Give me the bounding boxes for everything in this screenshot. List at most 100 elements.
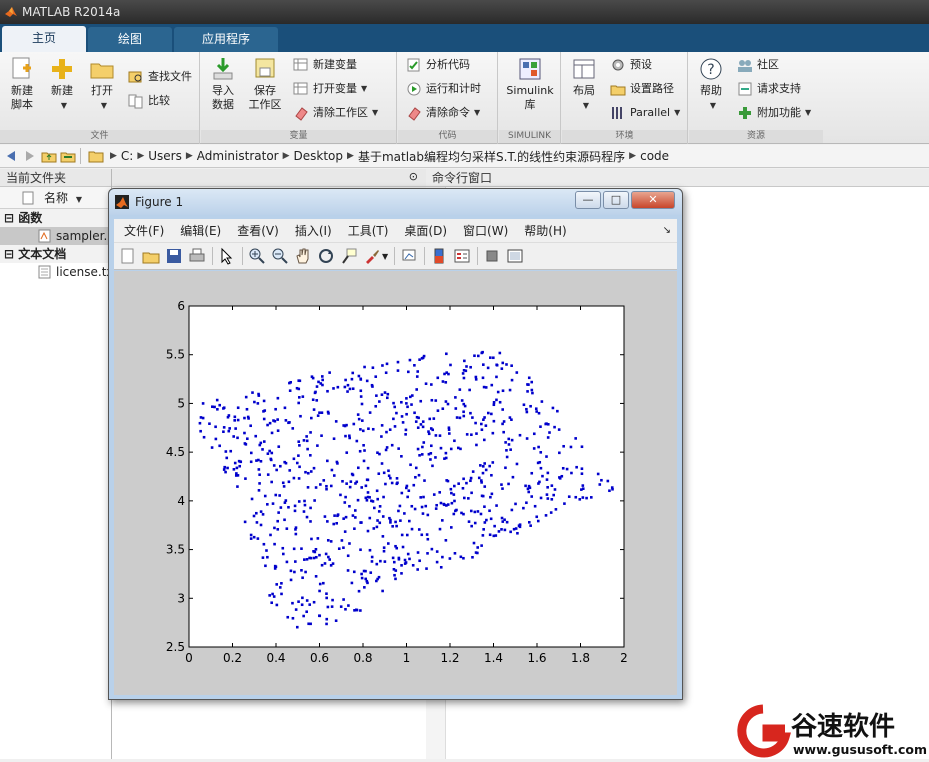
analyze-code-button[interactable]: 分析代码 xyxy=(406,56,470,74)
collapse-icon[interactable]: ⊟ xyxy=(4,247,14,261)
data-point xyxy=(508,416,512,419)
menu-insert[interactable]: 插入(I) xyxy=(295,222,332,239)
data-point xyxy=(287,480,291,484)
window-title: MATLAB R2014a xyxy=(22,5,121,19)
list-item[interactable]: license.txt xyxy=(0,263,111,281)
new-script-button[interactable]: 新建 脚本 xyxy=(2,56,42,112)
show-plot-tools-icon[interactable] xyxy=(506,247,524,265)
colorbar-icon[interactable] xyxy=(430,247,448,265)
data-point xyxy=(452,512,456,516)
set-path-button[interactable]: 设置路径 xyxy=(610,80,674,98)
data-point xyxy=(295,386,299,390)
brush-icon[interactable] xyxy=(363,247,381,265)
new-button[interactable]: 新建 ▼ xyxy=(42,56,82,113)
name-column-header[interactable]: 名称 ▼ xyxy=(0,187,111,209)
tab-home[interactable]: 主页 xyxy=(2,26,86,52)
pointer-icon[interactable] xyxy=(218,247,236,265)
legend-icon[interactable] xyxy=(453,247,471,265)
data-point xyxy=(311,398,315,402)
data-point xyxy=(563,502,566,505)
data-point xyxy=(382,546,386,549)
save-workspace-button[interactable]: 保存 工作区 xyxy=(245,56,285,112)
data-point xyxy=(471,555,474,559)
data-point xyxy=(309,622,312,626)
new-variable-button[interactable]: 新建变量 xyxy=(293,56,357,74)
request-support-button[interactable]: 请求支持 xyxy=(737,80,801,98)
menu-edit[interactable]: 编辑(E) xyxy=(180,222,221,239)
data-point xyxy=(309,556,313,560)
menu-window[interactable]: 窗口(W) xyxy=(463,222,508,239)
simulink-library-button[interactable]: Simulink 库 xyxy=(503,56,557,112)
breadcrumb-project[interactable]: 基于matlab编程均匀采样S.T.的线性约束源码程序 xyxy=(358,148,625,165)
menu-desktop[interactable]: 桌面(D) xyxy=(404,222,447,239)
data-point xyxy=(490,492,494,496)
forward-arrow-icon[interactable] xyxy=(22,148,38,164)
data-point xyxy=(386,542,390,545)
close-button[interactable]: ✕ xyxy=(631,191,675,209)
functions-group-row[interactable]: ⊟ 函数 xyxy=(0,209,111,227)
add-ons-button[interactable]: 附加功能 ▼ xyxy=(737,104,811,122)
data-point xyxy=(500,483,503,486)
data-point xyxy=(249,533,253,537)
menu-view[interactable]: 查看(V) xyxy=(237,222,279,239)
find-files-button[interactable]: 查找文件 xyxy=(128,68,192,86)
open-button[interactable]: 打开 ▼ xyxy=(82,56,122,113)
help-button[interactable]: ? 帮助 ▼ xyxy=(691,56,731,113)
text-documents-group-row[interactable]: ⊟ 文本文档 xyxy=(0,245,111,263)
new-figure-icon[interactable] xyxy=(119,247,137,265)
chevron-down-icon[interactable]: ▼ xyxy=(382,252,388,261)
tab-apps[interactable]: 应用程序 xyxy=(174,27,278,52)
rotate-3d-icon[interactable] xyxy=(317,247,335,265)
breadcrumb-administrator[interactable]: Administrator xyxy=(197,149,279,163)
data-point xyxy=(537,411,541,415)
code-group-label: 代码 xyxy=(398,130,497,143)
scatter-plot[interactable]: 0 0.2 0.4 0.6 0.8 1 1.2 1.4 1.6 1.8 2 2.5 3 3.5 4 4.5 5 5… xyxy=(114,271,677,695)
breadcrumb-users[interactable]: Users xyxy=(148,149,182,163)
open-file-icon[interactable] xyxy=(142,247,160,265)
minimize-button[interactable]: — xyxy=(575,191,601,209)
breadcrumb-drive[interactable]: C: xyxy=(121,149,133,163)
link-plot-icon[interactable] xyxy=(400,247,418,265)
data-point xyxy=(454,509,457,513)
open-variable-button[interactable]: 打开变量 ▼ xyxy=(293,80,367,98)
maximize-button[interactable]: □ xyxy=(603,191,629,209)
clear-workspace-button[interactable]: 清除工作区 ▼ xyxy=(293,104,378,122)
menu-help[interactable]: 帮助(H) xyxy=(524,222,566,239)
parallel-button[interactable]: Parallel ▼ xyxy=(610,104,680,122)
run-and-time-button[interactable]: 运行和计时 xyxy=(406,80,481,98)
data-cursor-icon[interactable] xyxy=(340,247,358,265)
data-point xyxy=(377,510,381,513)
print-icon[interactable] xyxy=(188,247,206,265)
pan-hand-icon[interactable] xyxy=(294,247,312,265)
list-item[interactable]: sampler.m xyxy=(0,227,111,245)
tab-plots[interactable]: 绘图 xyxy=(88,27,172,52)
breadcrumb-code[interactable]: code xyxy=(640,149,669,163)
data-point xyxy=(570,471,573,475)
zoom-out-icon[interactable] xyxy=(271,247,289,265)
collapse-icon[interactable]: ⊟ xyxy=(4,211,14,225)
data-point xyxy=(488,533,492,537)
data-point xyxy=(380,435,383,438)
data-point xyxy=(280,592,283,596)
back-arrow-icon[interactable] xyxy=(3,148,19,164)
import-data-button[interactable]: 导入 数据 xyxy=(203,56,243,112)
menu-file[interactable]: 文件(F) xyxy=(124,222,164,239)
data-point xyxy=(243,520,247,524)
panel-menu-icon[interactable]: ⊙ xyxy=(409,170,418,183)
preferences-button[interactable]: 预设 xyxy=(610,56,652,74)
zoom-in-icon[interactable] xyxy=(248,247,266,265)
menu-tools[interactable]: 工具(T) xyxy=(348,222,389,239)
layout-button[interactable]: 布局 ▼ xyxy=(564,56,604,113)
browse-folder-icon[interactable] xyxy=(60,148,76,164)
clear-commands-button[interactable]: 清除命令 ▼ xyxy=(406,104,480,122)
data-point xyxy=(435,550,439,553)
save-icon[interactable] xyxy=(165,247,183,265)
data-point xyxy=(567,495,571,498)
breadcrumb-desktop[interactable]: Desktop xyxy=(294,149,344,163)
text-file-icon xyxy=(38,265,51,279)
compare-button[interactable]: 比较 xyxy=(128,92,170,110)
hide-plot-tools-icon[interactable] xyxy=(483,247,501,265)
up-folder-icon[interactable] xyxy=(41,148,57,164)
undock-arrow-icon[interactable]: ↘ xyxy=(663,225,671,236)
community-button[interactable]: 社区 xyxy=(737,56,779,74)
